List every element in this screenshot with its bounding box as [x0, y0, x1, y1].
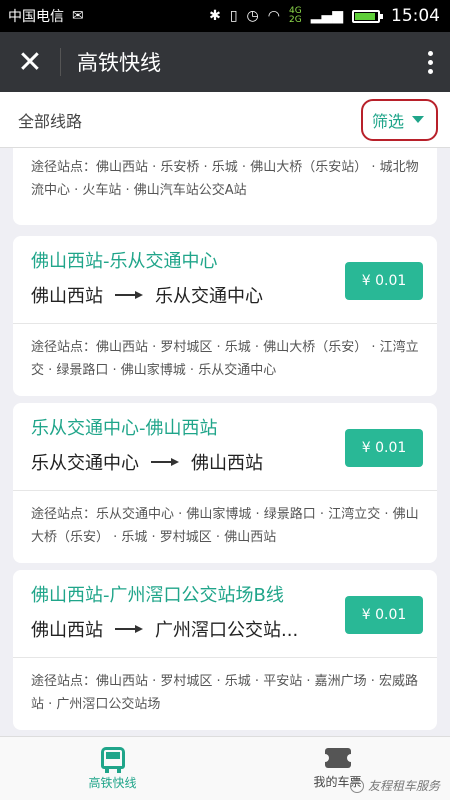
- price-button[interactable]: ¥ 0.01: [345, 262, 423, 300]
- route-stations: 途径站点：佛山西站 · 乐安桥 · 乐城 · 佛山大桥（乐安站） · 城北物流中…: [31, 160, 419, 198]
- route-card[interactable]: 佛山西站-广州滘口公交站场B线 佛山西站 广州滘口公交站... ¥ 0.01 途…: [13, 570, 437, 730]
- status-bar: 中国电信 ✉ ✱ ▯ ◷ ◠ 4G 2G ▂▄▆ 15:04: [0, 0, 450, 32]
- watermark-logo-icon: [349, 778, 364, 793]
- carrier-name: 中国电信: [8, 9, 64, 25]
- battery-icon: [352, 9, 383, 23]
- filter-bar: 全部线路 筛选: [0, 92, 450, 148]
- bottom-nav: 高铁快线 我的车票 友程租车服务: [0, 736, 450, 800]
- caret-down-icon: [412, 116, 424, 123]
- page-title: 高铁快线: [77, 51, 161, 75]
- route-to: 广州滘口公交站...: [155, 620, 299, 641]
- app-bar: ✕ 高铁快线: [0, 32, 450, 92]
- bluetooth-icon: ✱: [209, 8, 221, 24]
- bus-icon: [100, 746, 125, 773]
- watermark: 友程租车服务: [349, 777, 440, 794]
- price-button[interactable]: ¥ 0.01: [345, 429, 423, 467]
- clock: 15:04: [391, 6, 440, 26]
- nav-label: 高铁快线: [88, 775, 137, 790]
- route-card[interactable]: 佛山西站-乐从交通中心 佛山西站 乐从交通中心 ¥ 0.01 途径站点：佛山西站…: [13, 236, 437, 396]
- route-stations: 途径站点：佛山西站 · 罗村城区 · 乐城 · 平安站 · 嘉洲广场 · 宏威路…: [31, 674, 418, 712]
- more-vert-icon[interactable]: [410, 50, 450, 74]
- arrow-right-icon: [151, 457, 179, 467]
- alarm-icon: ◷: [246, 8, 259, 24]
- route-stations: 途径站点：乐从交通中心 · 佛山家博城 · 绿景路口 · 江湾立交 · 佛山大桥…: [31, 507, 419, 545]
- network-type: 4G 2G: [288, 6, 302, 25]
- ticket-icon: [320, 747, 355, 768]
- app-bar-divider: [60, 48, 61, 76]
- route-card[interactable]: 乐从交通中心-佛山西站 乐从交通中心 佛山西站 ¥ 0.01 途径站点：乐从交通…: [13, 403, 437, 563]
- all-routes-label: 全部线路: [18, 111, 83, 131]
- route-from: 乐从交通中心: [31, 453, 139, 474]
- arrow-right-icon: [115, 290, 143, 300]
- route-list[interactable]: 途径站点：佛山西站 · 乐安桥 · 乐城 · 佛山大桥（乐安站） · 城北物流中…: [0, 148, 450, 736]
- mail-icon: ✉: [72, 8, 84, 24]
- route-from: 佛山西站: [31, 286, 103, 307]
- route-stations: 途径站点：佛山西站 · 罗村城区 · 乐城 · 佛山大桥（乐安） · 江湾立交 …: [31, 340, 419, 378]
- wifi-icon: ◠: [267, 8, 280, 24]
- nav-item-high-speed[interactable]: 高铁快线: [0, 737, 225, 800]
- battery-level: [355, 12, 375, 20]
- filter-label: 筛选: [371, 111, 404, 131]
- price-button[interactable]: ¥ 0.01: [345, 596, 423, 634]
- route-to: 佛山西站: [191, 453, 263, 474]
- close-icon[interactable]: ✕: [0, 45, 60, 80]
- route-card-partial[interactable]: 途径站点：佛山西站 · 乐安桥 · 乐城 · 佛山大桥（乐安站） · 城北物流中…: [13, 148, 437, 225]
- route-to: 乐从交通中心: [155, 286, 263, 307]
- vibrate-icon: ▯: [229, 8, 238, 24]
- arrow-right-icon: [115, 624, 143, 634]
- signal-icon: ▂▄▆: [310, 8, 343, 24]
- route-from: 佛山西站: [31, 620, 103, 641]
- filter-button[interactable]: 筛选: [360, 98, 438, 141]
